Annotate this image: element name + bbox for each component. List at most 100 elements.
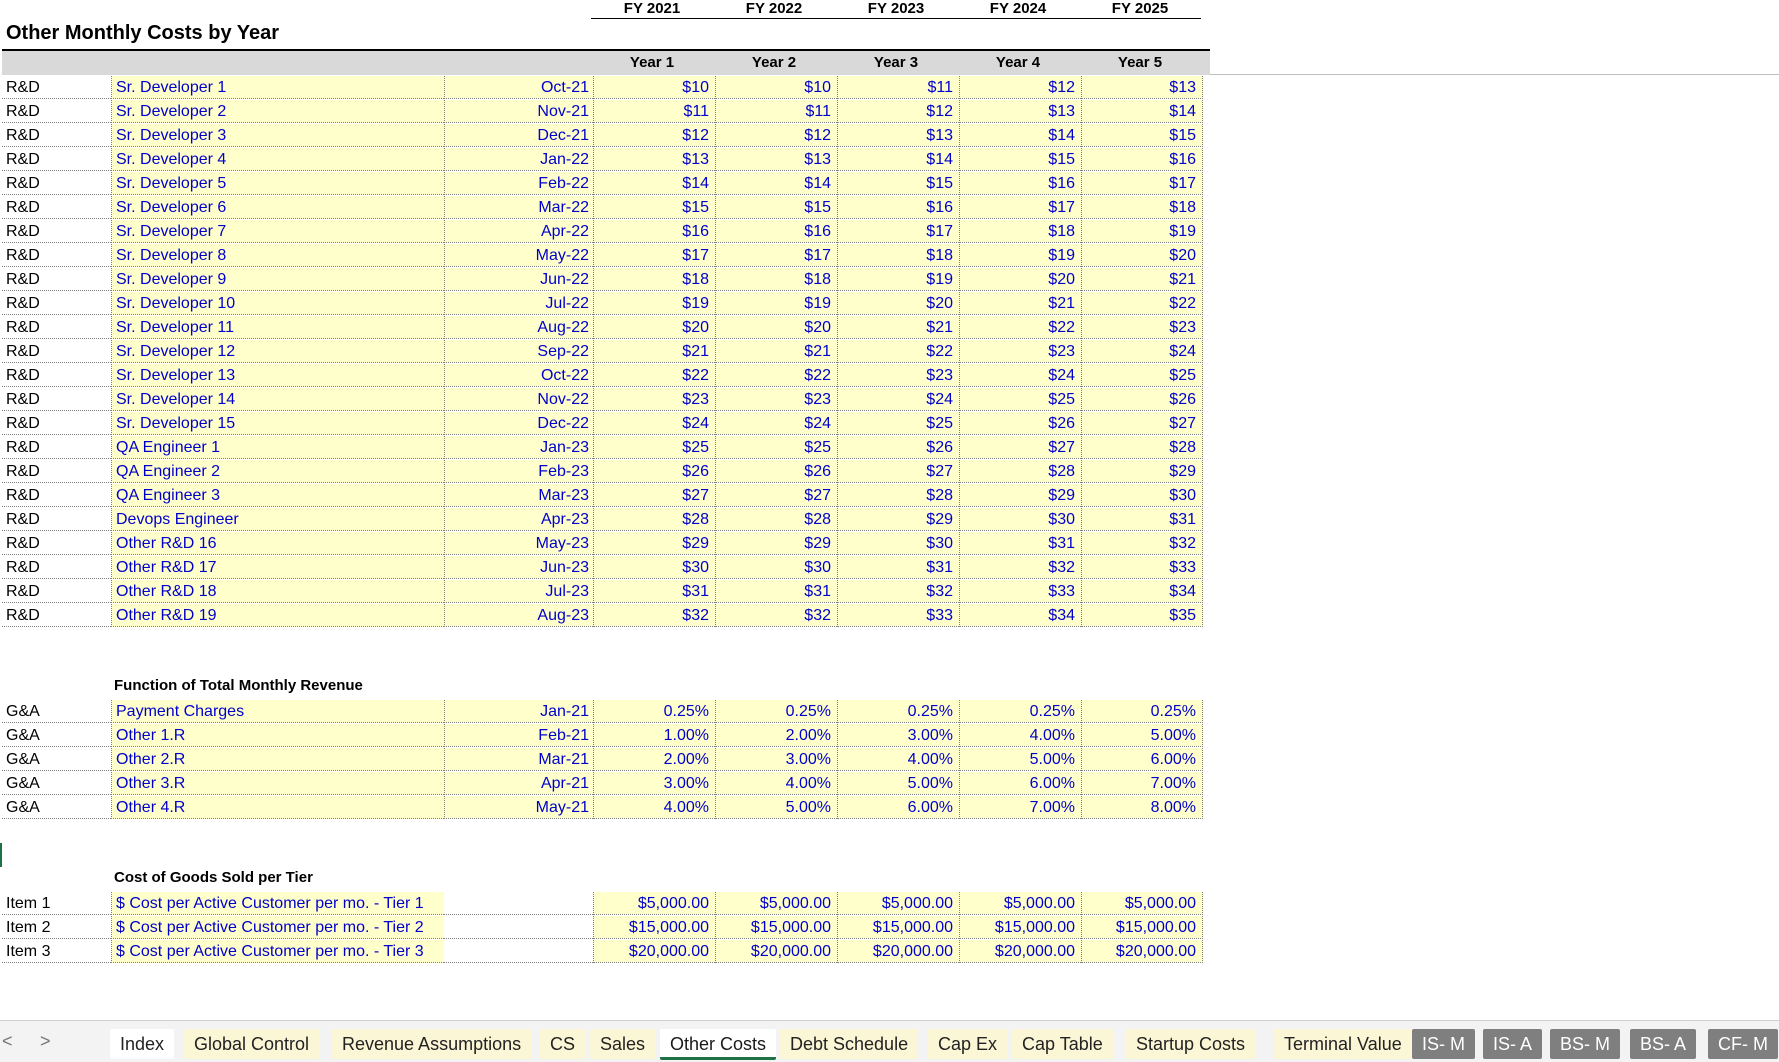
- year-value-cell[interactable]: $12: [593, 124, 715, 147]
- item-name-cell[interactable]: $ Cost per Active Customer per mo. - Tie…: [111, 940, 444, 963]
- year-value-cell[interactable]: $15: [593, 196, 715, 219]
- tab-index[interactable]: Index: [110, 1029, 175, 1059]
- year-value-cell[interactable]: $19: [715, 292, 837, 315]
- year-value-cell[interactable]: $21: [715, 340, 837, 363]
- dept-cell[interactable]: Item 3: [2, 940, 111, 963]
- item-name-cell[interactable]: $ Cost per Active Customer per mo. - Tie…: [111, 892, 444, 915]
- year-value-cell[interactable]: $15: [715, 196, 837, 219]
- tab-scroll-left-button[interactable]: <: [2, 1031, 13, 1052]
- dept-cell[interactable]: R&D: [2, 340, 111, 363]
- year-value-cell[interactable]: $23: [715, 388, 837, 411]
- year-value-cell[interactable]: 1.00%: [593, 724, 715, 747]
- year-value-cell[interactable]: $23: [593, 388, 715, 411]
- year-value-cell[interactable]: $17: [715, 244, 837, 267]
- start-date-cell[interactable]: Jun-23: [444, 556, 593, 579]
- start-date-cell[interactable]: Apr-21: [444, 772, 593, 795]
- dept-cell[interactable]: G&A: [2, 772, 111, 795]
- year-value-cell[interactable]: $17: [959, 196, 1081, 219]
- year-value-cell[interactable]: $17: [837, 220, 959, 243]
- year-value-cell[interactable]: 2.00%: [593, 748, 715, 771]
- tab-is-m[interactable]: IS- M: [1412, 1029, 1475, 1059]
- year-value-cell[interactable]: $28: [959, 460, 1081, 483]
- year-value-cell[interactable]: $20,000.00: [1081, 940, 1203, 963]
- dept-cell[interactable]: G&A: [2, 700, 111, 723]
- tab-debt-schedule[interactable]: Debt Schedule: [780, 1029, 919, 1059]
- year-value-cell[interactable]: 7.00%: [959, 796, 1081, 819]
- item-name-cell[interactable]: Other 1.R: [111, 724, 444, 747]
- tab-startup-costs[interactable]: Startup Costs: [1126, 1029, 1256, 1059]
- start-date-cell[interactable]: Mar-21: [444, 748, 593, 771]
- dept-cell[interactable]: R&D: [2, 292, 111, 315]
- year-value-cell[interactable]: $34: [959, 604, 1081, 627]
- year-value-cell[interactable]: $19: [593, 292, 715, 315]
- dept-cell[interactable]: Item 1: [2, 892, 111, 915]
- year-value-cell[interactable]: 4.00%: [837, 748, 959, 771]
- start-date-cell[interactable]: Jun-22: [444, 268, 593, 291]
- year-value-cell[interactable]: $22: [593, 364, 715, 387]
- year-value-cell[interactable]: $29: [715, 532, 837, 555]
- year-value-cell[interactable]: 8.00%: [1081, 796, 1203, 819]
- year-value-cell[interactable]: $30: [837, 532, 959, 555]
- year-value-cell[interactable]: 3.00%: [593, 772, 715, 795]
- year-value-cell[interactable]: $15: [1081, 124, 1203, 147]
- year-value-cell[interactable]: $16: [837, 196, 959, 219]
- item-name-cell[interactable]: Devops Engineer: [111, 508, 444, 531]
- year-value-cell[interactable]: 6.00%: [837, 796, 959, 819]
- start-date-cell[interactable]: Aug-23: [444, 604, 593, 627]
- start-date-cell[interactable]: Jul-23: [444, 580, 593, 603]
- year-value-cell[interactable]: 5.00%: [837, 772, 959, 795]
- start-date-cell[interactable]: Dec-22: [444, 412, 593, 435]
- start-date-cell[interactable]: Jul-22: [444, 292, 593, 315]
- item-name-cell[interactable]: Sr. Developer 9: [111, 268, 444, 291]
- year-value-cell[interactable]: $31: [837, 556, 959, 579]
- year-value-cell[interactable]: $14: [837, 148, 959, 171]
- year-value-cell[interactable]: $26: [1081, 388, 1203, 411]
- year-value-cell[interactable]: $27: [715, 484, 837, 507]
- year-value-cell[interactable]: $31: [715, 580, 837, 603]
- dept-cell[interactable]: R&D: [2, 100, 111, 123]
- year-value-cell[interactable]: $15: [959, 148, 1081, 171]
- start-date-cell[interactable]: May-21: [444, 796, 593, 819]
- item-name-cell[interactable]: QA Engineer 2: [111, 460, 444, 483]
- start-date-cell[interactable]: Feb-23: [444, 460, 593, 483]
- year-value-cell[interactable]: $28: [1081, 436, 1203, 459]
- year-value-cell[interactable]: $16: [959, 172, 1081, 195]
- item-name-cell[interactable]: Other R&D 18: [111, 580, 444, 603]
- year-value-cell[interactable]: $27: [959, 436, 1081, 459]
- year-value-cell[interactable]: $15,000.00: [837, 916, 959, 939]
- year-value-cell[interactable]: $25: [715, 436, 837, 459]
- start-date-cell[interactable]: Mar-22: [444, 196, 593, 219]
- start-date-cell[interactable]: May-22: [444, 244, 593, 267]
- dept-cell[interactable]: R&D: [2, 76, 111, 99]
- year-value-cell[interactable]: $25: [837, 412, 959, 435]
- year-value-cell[interactable]: 4.00%: [715, 772, 837, 795]
- dept-cell[interactable]: R&D: [2, 364, 111, 387]
- year-value-cell[interactable]: $13: [837, 124, 959, 147]
- item-name-cell[interactable]: Sr. Developer 1: [111, 76, 444, 99]
- year-value-cell[interactable]: $23: [1081, 316, 1203, 339]
- year-value-cell[interactable]: $32: [837, 580, 959, 603]
- start-date-cell[interactable]: Nov-21: [444, 100, 593, 123]
- year-value-cell[interactable]: $12: [837, 100, 959, 123]
- year-value-cell[interactable]: $32: [959, 556, 1081, 579]
- year-value-cell[interactable]: $25: [959, 388, 1081, 411]
- start-date-cell[interactable]: Oct-21: [444, 76, 593, 99]
- item-name-cell[interactable]: Sr. Developer 7: [111, 220, 444, 243]
- year-value-cell[interactable]: $26: [593, 460, 715, 483]
- start-date-cell[interactable]: Apr-23: [444, 508, 593, 531]
- year-value-cell[interactable]: $15,000.00: [1081, 916, 1203, 939]
- year-value-cell[interactable]: $31: [593, 580, 715, 603]
- start-date-cell[interactable]: Feb-22: [444, 172, 593, 195]
- year-value-cell[interactable]: $12: [715, 124, 837, 147]
- year-value-cell[interactable]: $20,000.00: [959, 940, 1081, 963]
- dept-cell[interactable]: R&D: [2, 580, 111, 603]
- dept-cell[interactable]: R&D: [2, 316, 111, 339]
- year-value-cell[interactable]: 4.00%: [959, 724, 1081, 747]
- year-value-cell[interactable]: $5,000.00: [593, 892, 715, 915]
- dept-cell[interactable]: R&D: [2, 220, 111, 243]
- year-value-cell[interactable]: $18: [837, 244, 959, 267]
- year-value-cell[interactable]: $26: [959, 412, 1081, 435]
- item-name-cell[interactable]: Sr. Developer 14: [111, 388, 444, 411]
- year-value-cell[interactable]: $27: [837, 460, 959, 483]
- year-value-cell[interactable]: $31: [959, 532, 1081, 555]
